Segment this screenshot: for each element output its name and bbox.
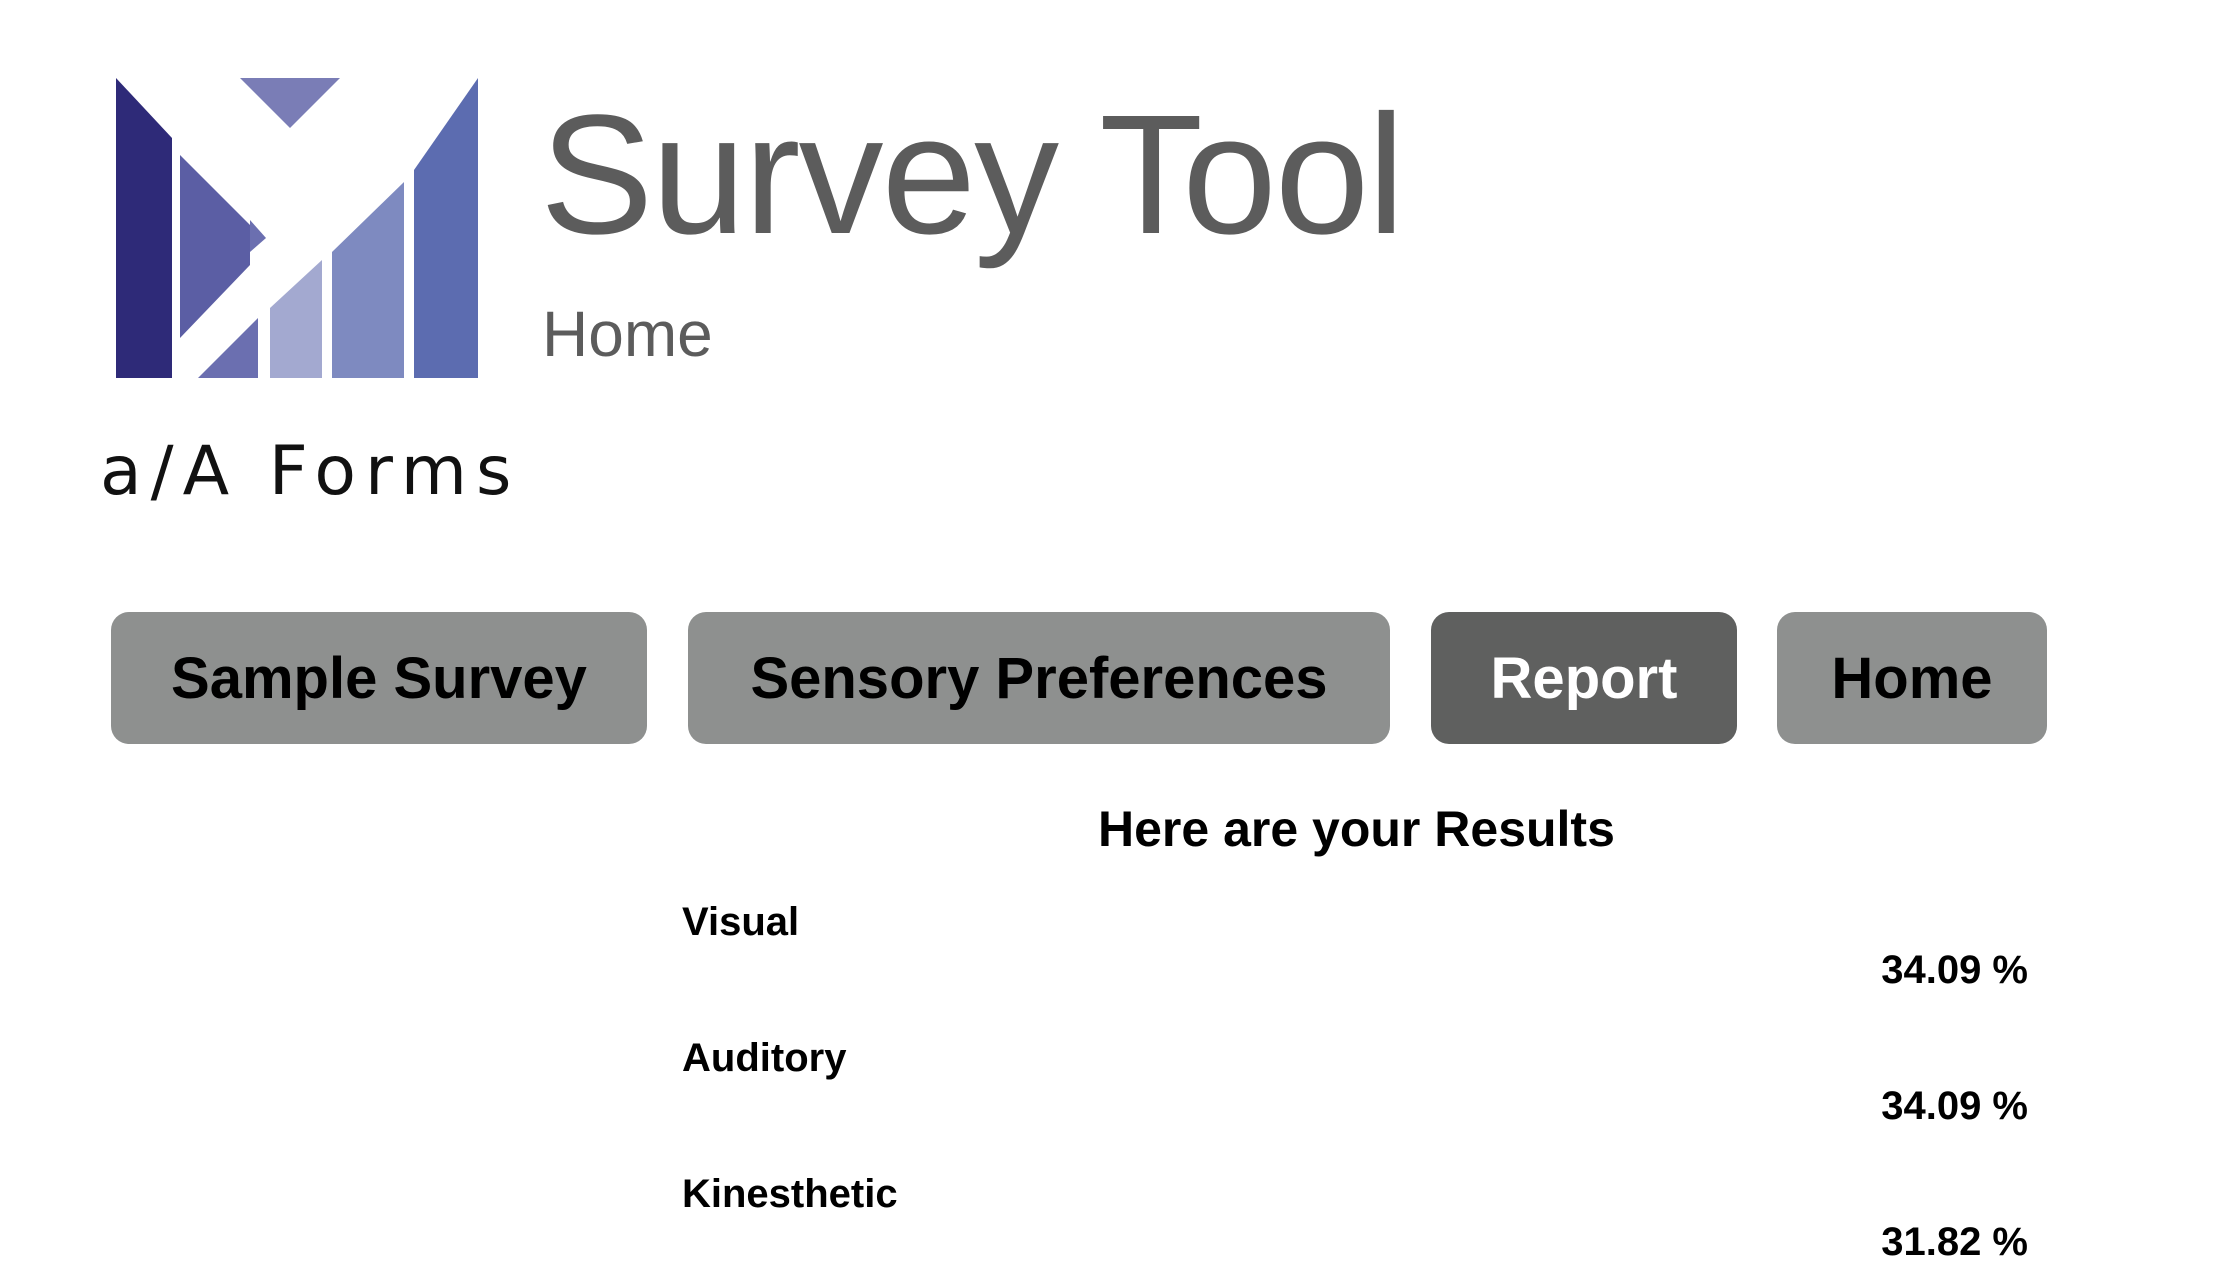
result-value-visual: 34.09 % <box>1881 948 2028 992</box>
results-heading: Here are your Results <box>1098 801 1615 857</box>
logo: a/A Forms <box>100 70 511 520</box>
logo-mark-icon <box>116 78 478 378</box>
app-title: Survey Tool <box>540 80 1405 270</box>
result-value-auditory: 34.09 % <box>1881 1084 2028 1128</box>
nav-button-sensory-preferences[interactable]: Sensory Preferences <box>688 612 1390 744</box>
result-label-kinesthetic: Kinesthetic <box>682 1172 898 1216</box>
nav-button-sample-survey[interactable]: Sample Survey <box>111 612 647 744</box>
nav-button-home[interactable]: Home <box>1777 612 2047 744</box>
result-label-auditory: Auditory <box>682 1036 847 1080</box>
page-subtitle: Home <box>542 298 713 370</box>
nav-button-report[interactable]: Report <box>1431 612 1737 744</box>
logo-text: a/A Forms <box>100 432 521 511</box>
result-label-visual: Visual <box>682 900 800 944</box>
result-value-kinesthetic: 31.82 % <box>1881 1220 2028 1264</box>
